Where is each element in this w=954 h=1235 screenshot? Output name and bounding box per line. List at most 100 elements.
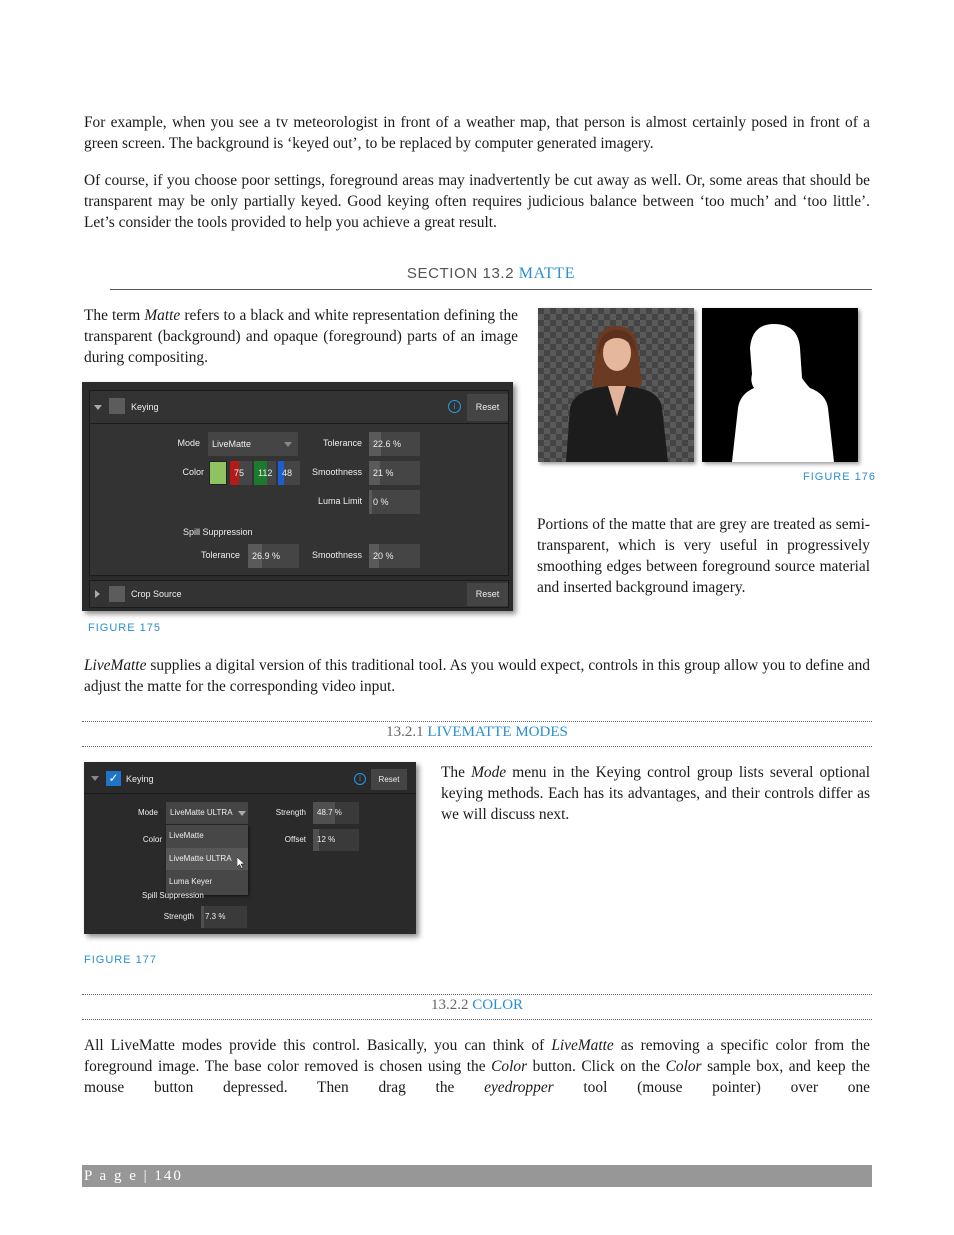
keying-header: Keying i Reset <box>90 391 508 424</box>
spill-smoothness-slider[interactable]: 20 % <box>369 544 420 568</box>
section-heading: SECTION 13.2 MATTE <box>110 265 872 283</box>
page-footer: P a g e | 140 <box>82 1165 872 1187</box>
mode-option[interactable]: Luma Keyer <box>169 877 212 886</box>
strength-value: 48.7 % <box>317 808 342 817</box>
offset-value: 12 % <box>317 835 336 844</box>
presenter-illustration <box>566 326 668 462</box>
red-field[interactable]: 75 <box>230 461 252 485</box>
expand-arrow-icon[interactable] <box>95 590 100 598</box>
color-label: Color <box>142 835 162 844</box>
color-swatch[interactable] <box>209 461 227 485</box>
text: tool (mouse pointer) over one <box>553 1079 870 1096</box>
text: supplies a digital version of this tradi… <box>84 657 870 695</box>
spill-smoothness-label: Smoothness <box>311 550 362 560</box>
offset-slider[interactable]: 12 % <box>313 829 359 851</box>
subsection-title: LIVEMATTE MODES <box>427 724 568 740</box>
spill-tolerance-value: 26.9 % <box>252 551 281 561</box>
tolerance-slider[interactable]: 22.6 % <box>369 432 420 456</box>
keying-title: Keying <box>131 402 159 412</box>
keyed-presenter-image <box>538 308 694 462</box>
info-icon[interactable]: i <box>354 773 366 785</box>
mode-dropdown-menu: LiveMatte LiveMatte ULTRA Luma Keyer <box>166 825 248 895</box>
mode-value: LiveMatte <box>212 439 252 449</box>
collapse-arrow-icon[interactable] <box>91 776 99 781</box>
subsection-rule-bottom <box>82 746 872 747</box>
strength-label: Strength <box>275 808 306 817</box>
subsection-heading-livematte-modes: 13.2.1 LIVEMATTE MODES <box>82 724 872 741</box>
strength-slider[interactable]: 48.7 % <box>313 802 359 824</box>
subsection-rule-top <box>82 994 872 995</box>
mode-dropdown[interactable]: LiveMatte <box>208 432 298 456</box>
intro-paragraph-1: For example, when you see a tv meteorolo… <box>84 114 870 152</box>
smoothness-label: Smoothness <box>311 467 362 477</box>
mode-option-label: LiveMatte ULTRA <box>169 854 232 863</box>
text: The term <box>84 307 145 324</box>
matte-paragraph-2: Portions of the matte that are grey are … <box>537 516 870 596</box>
mode-dropdown[interactable]: LiveMatte ULTRA <box>166 802 248 824</box>
green-field[interactable]: 112 <box>254 461 276 485</box>
spill-tolerance-label: Tolerance <box>200 550 240 560</box>
mode-label: Mode <box>177 438 200 448</box>
section-number: SECTION 13.2 <box>406 265 515 282</box>
emphasis: Mode <box>471 764 507 781</box>
silhouette-illustration <box>732 324 834 462</box>
emphasis: Matte <box>144 307 181 324</box>
keying-panel-figure-175: Keying i Reset Mode LiveMatte Color 75 1… <box>82 382 513 611</box>
collapse-arrow-icon[interactable] <box>94 405 102 410</box>
page-label: P a g e <box>84 1168 138 1184</box>
crop-source-title: Crop Source <box>131 589 182 599</box>
color-paragraph: All LiveMatte modes provide this control… <box>84 1035 870 1098</box>
keying-title: Keying <box>126 774 154 784</box>
info-icon[interactable]: i <box>448 400 461 413</box>
subsection-heading-color: 13.2.2 COLOR <box>82 997 872 1014</box>
red-value: 75 <box>234 468 245 478</box>
crop-reset-button[interactable]: Reset <box>467 583 508 606</box>
emphasis: Color <box>491 1058 528 1075</box>
keying-reset-button[interactable]: Reset <box>467 394 508 421</box>
mode-value: LiveMatte ULTRA <box>170 808 233 817</box>
figure-176-caption: FIGURE 176 <box>803 471 876 483</box>
emphasis: LiveMatte <box>84 657 147 674</box>
keying-enable-checkbox[interactable] <box>109 398 125 414</box>
subsection-number: 13.2.1 <box>386 724 424 740</box>
figure-175-caption: FIGURE 175 <box>88 622 161 634</box>
figure-177-caption: FIGURE 177 <box>84 954 157 966</box>
green-value: 112 <box>258 468 273 478</box>
smoothness-slider[interactable]: 21 % <box>369 461 420 485</box>
text: The <box>441 764 472 781</box>
crop-enable-checkbox[interactable] <box>109 586 125 602</box>
text: menu in the Keying control group lists s… <box>441 764 870 823</box>
chevron-down-icon <box>238 811 246 816</box>
matte-paragraph-1: The term Matte refers to a black and whi… <box>84 305 518 368</box>
mode-option-highlighted[interactable]: LiveMatte ULTRA <box>166 848 248 870</box>
matte-silhouette-image <box>702 308 858 462</box>
subsection-title: COLOR <box>472 997 524 1013</box>
emphasis: LiveMatte <box>551 1037 614 1054</box>
section-title: MATTE <box>518 265 576 282</box>
matte-paragraph-3: LiveMatte supplies a digital version of … <box>84 655 870 697</box>
luma-limit-slider[interactable]: 0 % <box>369 490 420 514</box>
smoothness-value: 21 % <box>373 468 394 478</box>
keying-enabled-checkbox[interactable]: ✓ <box>106 771 121 786</box>
emphasis: eyedropper <box>484 1079 554 1096</box>
crop-source-section: Crop Source Reset <box>89 580 509 608</box>
spill-strength-fill <box>201 906 205 928</box>
subsection-rule-bottom <box>82 1019 872 1020</box>
mode-option[interactable]: LiveMatte <box>169 831 204 840</box>
intro-paragraph-2: Of course, if you choose poor settings, … <box>84 172 870 231</box>
keying-header: ✓ Keying i Reset <box>84 762 416 794</box>
subsection-number: 13.2.2 <box>430 997 469 1013</box>
keying-section: Keying i Reset Mode LiveMatte Color 75 1… <box>89 390 509 576</box>
keying-reset-button[interactable]: Reset <box>371 769 407 790</box>
spill-strength-label: Strength <box>163 912 194 921</box>
modes-paragraph: The Mode menu in the Keying control grou… <box>441 762 870 825</box>
page-number: 140 <box>154 1168 183 1184</box>
text: button. Click on the <box>527 1058 666 1075</box>
offset-label: Offset <box>284 835 306 844</box>
luma-limit-fill <box>369 490 372 514</box>
mouse-pointer-icon <box>237 857 245 869</box>
section-rule <box>110 289 872 290</box>
tolerance-value: 22.6 % <box>373 439 402 449</box>
spill-strength-slider[interactable]: 7.3 % <box>201 906 247 928</box>
emphasis: Color <box>665 1058 702 1075</box>
